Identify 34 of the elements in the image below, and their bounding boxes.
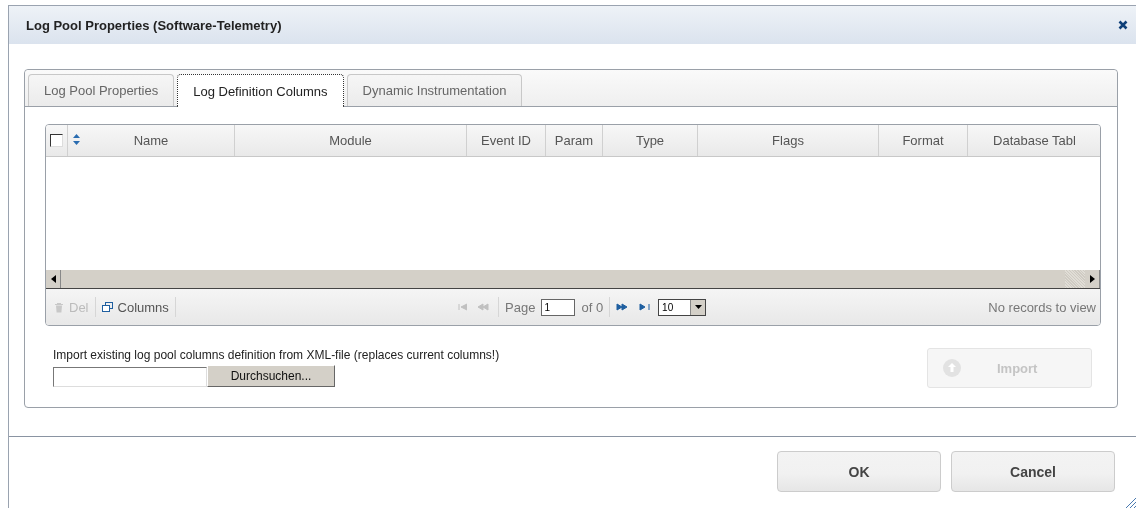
- column-header[interactable]: Flags: [698, 125, 879, 156]
- browse-button[interactable]: Durchsuchen...: [207, 365, 335, 387]
- window-title: Log Pool Properties (Software-Telemetry): [26, 17, 283, 33]
- caret-icon: [694, 305, 702, 309]
- close-icon[interactable]: [1118, 20, 1128, 30]
- records-status: No records to view: [988, 299, 1096, 315]
- tab[interactable]: Log Definition Columns: [177, 74, 344, 107]
- column-header[interactable]: Event ID: [467, 125, 546, 156]
- import-label: Import existing log pool columns definition from XML-file (replaces current columns!): [53, 348, 500, 362]
- column-header[interactable]: Database Tabl: [968, 125, 1100, 156]
- file-input[interactable]: [53, 367, 207, 387]
- windows-icon: [101, 302, 113, 312]
- upload-icon: [943, 359, 961, 377]
- resize-grip-icon[interactable]: [1124, 496, 1136, 508]
- column-header[interactable]: Type: [603, 125, 698, 156]
- page-label: Page: [505, 299, 536, 315]
- trash-icon: [54, 301, 64, 313]
- select-all-checkbox[interactable]: [50, 134, 63, 147]
- column-header[interactable]: Param: [546, 125, 603, 156]
- column-header[interactable]: Module: [235, 125, 467, 156]
- page-size-select[interactable]: 10: [658, 298, 707, 316]
- dialog-button[interactable]: OK: [777, 451, 941, 492]
- dialog-button[interactable]: Cancel: [951, 451, 1115, 492]
- tab[interactable]: Dynamic Instrumentation: [346, 74, 523, 106]
- page-count: of 0: [581, 299, 604, 315]
- tab[interactable]: Log Pool Properties: [28, 74, 175, 106]
- horizontal-scrollbar[interactable]: [46, 269, 1100, 289]
- column-header[interactable]: Name: [68, 125, 235, 156]
- scrollbar-thumb[interactable]: [1065, 270, 1085, 288]
- page-input[interactable]: 1: [541, 298, 576, 316]
- next-last-page-icon[interactable]: [616, 303, 653, 311]
- toolbar-button[interactable]: Columns: [101, 299, 169, 315]
- column-header[interactable]: Format: [879, 125, 968, 156]
- sort-icon: [73, 134, 80, 145]
